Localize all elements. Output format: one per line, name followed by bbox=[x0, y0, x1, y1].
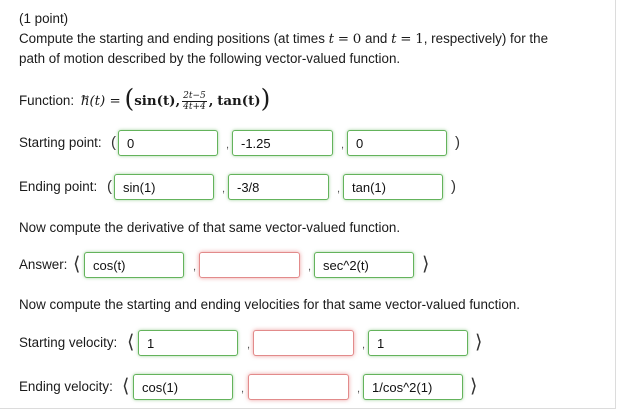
velocity-prompt: Now compute the starting and ending velo… bbox=[19, 297, 520, 312]
fraction-numerator: 2t−5 bbox=[182, 90, 207, 102]
function-lhs: → h(t) = bbox=[81, 92, 121, 109]
separator: , bbox=[308, 261, 312, 273]
ending-point-x-input[interactable] bbox=[114, 174, 214, 200]
vector-arrow-icon: → bbox=[80, 92, 90, 103]
function-line: Function: → h(t) = (sin(t), 2t−5 4t+4, tan(… bbox=[19, 84, 271, 116]
ending-point-y-input[interactable] bbox=[228, 174, 329, 200]
separator: , bbox=[222, 183, 226, 195]
intro-text-a: Compute the starting and ending position… bbox=[19, 31, 325, 46]
function-label: Function: bbox=[19, 93, 75, 108]
answer-y-input[interactable] bbox=[199, 252, 300, 278]
separator: , bbox=[241, 383, 245, 395]
starting-velocity-close-angle: ⟩ bbox=[475, 331, 483, 353]
starting-velocity-y-input[interactable] bbox=[253, 330, 354, 356]
points-label: (1 point) bbox=[19, 11, 69, 26]
intro-var-t: t bbox=[328, 32, 335, 47]
starting-point-z-input[interactable] bbox=[347, 130, 447, 156]
function-fraction: 2t−5 4t+4 bbox=[182, 91, 207, 112]
separator: , bbox=[341, 139, 345, 151]
starting-velocity-label: Starting velocity: bbox=[19, 335, 118, 350]
intro-eq2: = bbox=[400, 32, 412, 47]
separator: , bbox=[193, 261, 197, 273]
starting-point-label: Starting point: bbox=[19, 135, 102, 150]
starting-velocity-z-input[interactable] bbox=[368, 330, 468, 356]
answer-close-angle: ⟩ bbox=[422, 253, 430, 275]
ending-velocity-label: Ending velocity: bbox=[19, 379, 113, 394]
intro-line-1: Compute the starting and ending position… bbox=[19, 30, 548, 49]
answer-label: Answer: bbox=[19, 257, 68, 272]
starting-point-close: ) bbox=[455, 134, 460, 151]
ending-velocity-y-input[interactable] bbox=[248, 374, 349, 400]
function-tan-component: tan(t) bbox=[217, 93, 261, 109]
answer-z-input[interactable] bbox=[314, 252, 414, 278]
ending-point-z-input[interactable] bbox=[343, 174, 443, 200]
ending-velocity-x-input[interactable] bbox=[133, 374, 233, 400]
intro-line-2: path of motion described by the followin… bbox=[19, 51, 401, 66]
answer-x-input[interactable] bbox=[84, 252, 184, 278]
starting-point-x-input[interactable] bbox=[118, 130, 218, 156]
derivative-prompt: Now compute the derivative of that same … bbox=[19, 220, 401, 235]
starting-point-open: ( bbox=[111, 134, 116, 151]
intro-value-1: 1 bbox=[415, 32, 424, 47]
starting-velocity-open-angle: ⟨ bbox=[127, 331, 135, 353]
ending-point-label: Ending point: bbox=[19, 179, 98, 194]
function-open-paren: ( bbox=[124, 84, 135, 114]
function-sin-component: sin(t), bbox=[134, 93, 181, 109]
separator: , bbox=[362, 339, 366, 351]
function-close-paren: ) bbox=[260, 84, 271, 114]
separator: , bbox=[357, 383, 361, 395]
fraction-denominator: 4t+4 bbox=[183, 101, 206, 112]
ending-velocity-z-input[interactable] bbox=[363, 374, 463, 400]
separator: , bbox=[337, 183, 341, 195]
intro-eq: = bbox=[337, 32, 350, 47]
ending-velocity-open-angle: ⟨ bbox=[122, 375, 130, 397]
starting-velocity-x-input[interactable] bbox=[138, 330, 238, 356]
ending-point-close: ) bbox=[451, 178, 456, 195]
separator: , bbox=[247, 339, 251, 351]
answer-open-angle: ⟨ bbox=[73, 253, 81, 275]
ending-point-open: ( bbox=[107, 178, 112, 195]
separator: , bbox=[226, 139, 230, 151]
ending-velocity-close-angle: ⟩ bbox=[470, 375, 478, 397]
intro-var-t2: t bbox=[391, 32, 397, 47]
function-comma: , bbox=[208, 93, 214, 109]
intro-value-0: 0 bbox=[352, 32, 362, 47]
intro-text-b: , respectively) for the bbox=[423, 31, 549, 46]
starting-point-y-input[interactable] bbox=[232, 130, 333, 156]
intro-and: and bbox=[365, 31, 388, 46]
